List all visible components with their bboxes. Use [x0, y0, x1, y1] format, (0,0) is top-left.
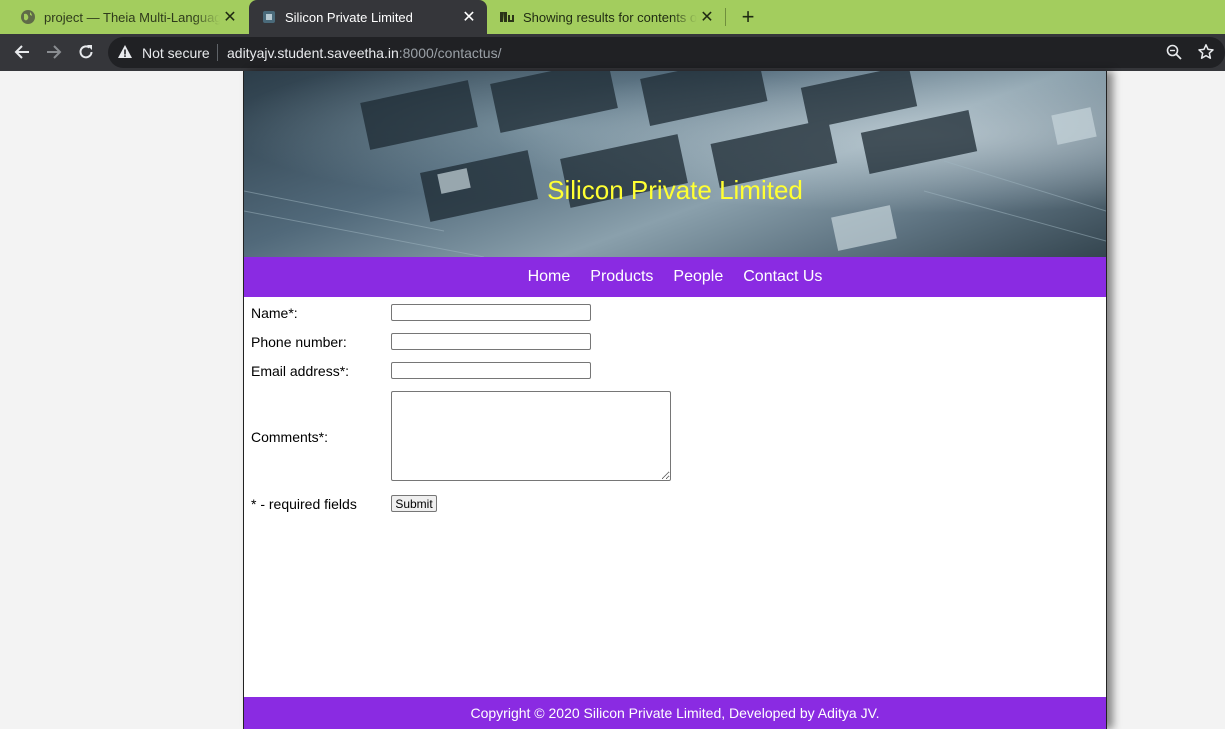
- circuit-board-image: [244, 71, 1106, 257]
- address-bar[interactable]: Not secure adityajv.student.saveetha.in:…: [108, 37, 1225, 68]
- footer: Copyright © 2020 Silicon Private Limited…: [244, 697, 1106, 729]
- back-button[interactable]: [9, 39, 35, 65]
- close-tab-icon[interactable]: ✕: [697, 7, 717, 27]
- new-tab-button[interactable]: +: [736, 4, 760, 29]
- url-host: adityajv.student.saveetha.in: [227, 45, 399, 61]
- globe-icon: [20, 9, 36, 25]
- nav-products[interactable]: Products: [590, 268, 653, 286]
- comments-label: Comments*:: [251, 429, 329, 445]
- close-tab-icon[interactable]: ✕: [459, 7, 479, 27]
- chip-icon: [261, 9, 277, 25]
- address-divider: [217, 44, 218, 61]
- security-label[interactable]: Not secure: [142, 45, 210, 61]
- footer-copyright: Copyright © 2020 Silicon Private Limited…: [470, 705, 880, 721]
- tab-divider: [725, 8, 726, 26]
- name-label: Name*:: [251, 305, 298, 321]
- tab-search-results[interactable]: Showing results for contents of t ✕: [487, 0, 725, 34]
- page-container: Silicon Private Limited Home Products Pe…: [243, 71, 1107, 729]
- page-viewport: Silicon Private Limited Home Products Pe…: [0, 71, 1225, 729]
- name-field[interactable]: [391, 304, 591, 321]
- required-fields-note: * - required fields: [251, 496, 357, 512]
- nav-home[interactable]: Home: [528, 268, 571, 286]
- nav-people[interactable]: People: [673, 268, 723, 286]
- banner-title: Silicon Private Limited: [547, 175, 803, 205]
- close-tab-icon[interactable]: ✕: [220, 7, 240, 27]
- tab-title: Silicon Private Limited: [285, 9, 413, 25]
- tab-title: project — Theia Multi-Language: [44, 9, 220, 25]
- tab-strip: project — Theia Multi-Language ✕ Silicon…: [0, 0, 1225, 34]
- phone-label: Phone number:: [251, 334, 347, 350]
- zoom-icon[interactable]: [1165, 43, 1183, 61]
- header-banner: Silicon Private Limited: [244, 71, 1106, 257]
- forward-arrow-icon: [47, 45, 62, 59]
- tab-title: Showing results for contents of t: [523, 9, 697, 25]
- nu-icon: [499, 9, 515, 25]
- url-text[interactable]: adityajv.student.saveetha.in:8000/contac…: [227, 45, 502, 61]
- nav-contact-us[interactable]: Contact Us: [743, 268, 822, 286]
- submit-button[interactable]: Submit: [391, 495, 437, 512]
- tab-theia-project[interactable]: project — Theia Multi-Language ✕: [0, 0, 248, 34]
- warning-icon[interactable]: [117, 44, 133, 60]
- browser-toolbar: Not secure adityajv.student.saveetha.in:…: [0, 34, 1225, 71]
- email-label: Email address*:: [251, 363, 350, 379]
- main-nav: Home Products People Contact Us: [244, 257, 1106, 297]
- reload-icon: [79, 45, 93, 59]
- bookmark-star-icon[interactable]: [1197, 43, 1215, 61]
- email-field[interactable]: [391, 362, 591, 379]
- comments-textarea[interactable]: [391, 391, 671, 481]
- url-path: :8000/contactus/: [398, 45, 502, 61]
- tab-silicon-private-limited[interactable]: Silicon Private Limited ✕: [249, 0, 487, 34]
- reload-button[interactable]: [73, 39, 99, 65]
- back-arrow-icon: [14, 45, 29, 59]
- forward-button[interactable]: [41, 39, 67, 65]
- phone-field[interactable]: [391, 333, 591, 350]
